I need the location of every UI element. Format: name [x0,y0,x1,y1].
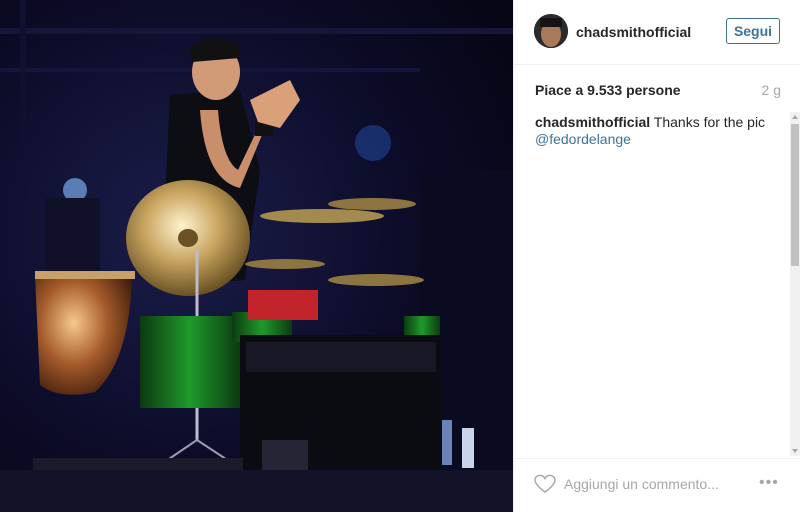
comment-input[interactable] [564,473,734,495]
more-options-icon[interactable]: ••• [759,475,781,491]
likes-count[interactable]: Piace a 9.533 persone [535,82,681,98]
drummer-photo [0,0,513,512]
scroll-down-arrow-icon[interactable] [792,449,798,453]
post-photo[interactable] [0,0,513,512]
post-age[interactable]: 2 g [762,82,781,98]
avatar[interactable] [534,14,568,48]
caption-mention[interactable]: @fedordelange [535,131,631,147]
comments-scrollbar[interactable] [790,112,800,456]
scrollbar-thumb[interactable] [791,124,799,266]
comment-bar: ••• [514,458,800,513]
post-detail-panel: chadsmithofficial Segui Piace a 9.533 pe… [513,0,800,512]
heart-icon[interactable] [534,474,556,494]
caption-username[interactable]: chadsmithofficial [535,114,650,130]
follow-button[interactable]: Segui [726,18,780,44]
scroll-up-arrow-icon[interactable] [792,115,798,119]
post-caption: chadsmithofficial Thanks for the pic @fe… [535,114,785,148]
post-header: chadsmithofficial Segui [514,0,800,65]
post-username[interactable]: chadsmithofficial [576,24,691,40]
caption-text: Thanks for the pic [653,114,766,130]
